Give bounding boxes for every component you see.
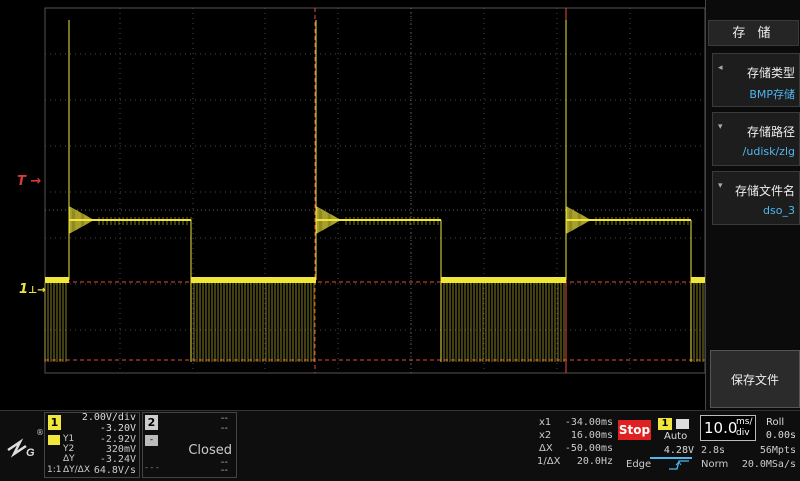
ch1-offset: -3.20V [99,423,136,434]
trigger-level: 4.28V [663,445,694,456]
dydx-label: ΔY/ΔX [63,465,91,475]
timebase-box[interactable]: 10.0 ms/ div [700,415,756,441]
x1-value: -34.00ms [564,417,613,428]
chevron-down-icon: ▾ [718,181,723,191]
dx-value: -50.00ms [564,443,613,454]
trigger-level-marker[interactable]: T → [17,174,41,189]
waveform-low-band [191,277,316,283]
menu-item-file-name[interactable]: ▾ 存储文件名 dso_3 [712,171,800,225]
waveform-canvas [44,7,705,374]
trigger-delay: 0.00s [765,430,796,441]
graticule-border [44,7,705,374]
channel2-info[interactable]: 2 -- -- - Closed -- -- - - - [142,412,237,478]
trigger-type: Edge [626,459,652,470]
channel2-badge: 2 [145,415,158,430]
y1-label: Y1 [63,434,75,444]
channel1-marker-label: 1 [19,282,29,297]
menu-item-storage-path[interactable]: ▾ 存储路径 /udisk/zlg [712,112,800,166]
storage-path-value: /udisk/zlg [742,145,795,158]
svg-text:G: G [26,447,35,459]
trigger-coupling-icon [676,419,689,429]
menu-item-storage-type[interactable]: ◂ 存储类型 BMP存储 [712,53,800,107]
chevron-left-icon: ◂ [718,63,723,73]
trigger-mode: Auto [664,431,688,442]
channel1-info[interactable]: 1 2.00V/div -3.20V Y1 -2.92V Y2 320mV ΔY… [44,412,140,478]
storage-path-label: 存储路径 [746,125,795,139]
ch2-value-b: -- [220,465,228,476]
file-name-value: dso_3 [763,204,795,217]
roll-mode[interactable]: Roll [766,417,784,428]
waveform-low-band [441,277,566,283]
waveform-low-band [45,277,69,283]
ch1-scale: 2.00V/div [81,412,136,423]
trigger-marker-label: T [17,174,26,189]
registered-mark: ® [36,428,44,437]
x2-value: 16.00ms [570,430,613,441]
memory-depth: 56Mpts [759,445,796,456]
channel1-badge: 1 [48,415,61,430]
ch2-coupling-icon: - [145,435,158,446]
y2-label: Y2 [63,444,75,454]
save-file-button[interactable]: 保存文件 [710,350,800,408]
coupling-icon [48,435,60,445]
run-stop-button[interactable]: Stop [618,420,651,440]
x2-label: x2 [539,430,552,441]
menu-title: 存 储 [708,20,799,46]
storage-menu-panel: 存 储 ◂ 存储类型 BMP存储 ▾ 存储路径 /udisk/zlg ▾ 存储文… [705,0,800,410]
cursor-readout[interactable]: x1 -34.00ms x2 16.00ms ΔX -50.00ms 1/ΔX … [535,413,615,477]
file-name-label: 存储文件名 [734,184,795,198]
dydx-value: 64.8V/s [93,465,136,476]
ch2-offset: -- [220,423,228,434]
inverse-dx-label: 1/ΔX [537,456,561,467]
channel1-waveform [45,219,705,281]
storage-type-label: 存储类型 [746,66,795,80]
timebase-unit-bottom: div [736,428,750,438]
waveform-display[interactable]: T → 1⊥→ [0,0,705,410]
storage-type-value: BMP存储 [749,88,795,101]
dy-label: ΔY [63,454,75,464]
chevron-down-icon: ▾ [718,122,723,132]
dx-label: ΔX [539,443,553,454]
memory-time: 2.8s [701,445,726,456]
inverse-dx-value: 20.0Hz [576,456,613,467]
waveform-low-band [691,277,705,283]
ch2-status: Closed [188,443,232,458]
dy-value: -3.24V [99,454,136,465]
rising-edge-icon [669,460,689,470]
channel1-ground-marker[interactable]: 1⊥→ [19,282,46,297]
ch2-ratio: - - - [145,463,159,472]
sample-rate: 20.0MSa/s [741,459,796,470]
acquisition-mode[interactable]: Norm [701,459,728,470]
timebase-value: 10.0 [704,419,738,437]
zlg-logo: G ® [6,428,44,462]
trigger-source-badge: 1 [658,418,672,430]
x1-label: x1 [539,417,552,428]
probe-ratio: 1:1 [47,465,62,475]
timebase-unit-top: ms/ [736,417,753,427]
